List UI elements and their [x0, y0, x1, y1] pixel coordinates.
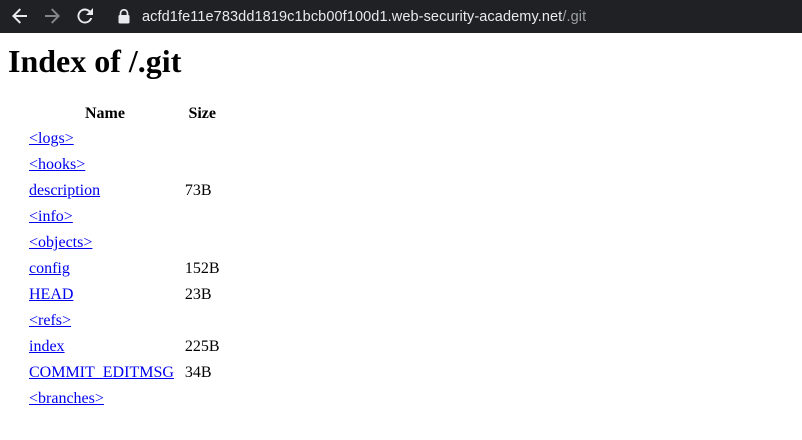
- table-row: index 225B: [28, 335, 221, 359]
- entry-link-head[interactable]: HEAD: [29, 286, 73, 303]
- table-row: <hooks>: [28, 153, 221, 177]
- entry-size: 34B: [184, 364, 212, 381]
- entry-link-logs[interactable]: <logs>: [29, 130, 74, 147]
- entry-link-hooks[interactable]: <hooks>: [29, 156, 85, 173]
- table-row: description 73B: [28, 179, 221, 203]
- entry-size: 23B: [184, 286, 212, 303]
- entry-size: [184, 231, 221, 255]
- entry-link-commit-editmsg[interactable]: COMMIT_EDITMSG: [29, 364, 174, 381]
- back-button[interactable]: [9, 5, 31, 27]
- table-row: <objects>: [28, 231, 221, 255]
- table-row: <branches>: [28, 387, 221, 411]
- column-header-name: Name: [84, 105, 125, 122]
- directory-listing: Name Size <logs> <hooks> description 73B…: [26, 101, 223, 413]
- column-header-size: Size: [188, 105, 216, 122]
- entry-link-branches[interactable]: <branches>: [29, 390, 104, 407]
- entry-size: 225B: [184, 338, 220, 355]
- table-row: <logs>: [28, 127, 221, 151]
- table-row: config 152B: [28, 257, 221, 281]
- entry-link-config[interactable]: config: [29, 260, 70, 277]
- entry-size: [184, 205, 221, 229]
- table-row: <refs>: [28, 309, 221, 333]
- forward-button[interactable]: [41, 5, 63, 27]
- entry-size: [184, 127, 221, 151]
- reload-button[interactable]: [74, 5, 96, 27]
- arrow-left-icon: [12, 8, 27, 24]
- entry-link-info[interactable]: <info>: [29, 208, 73, 225]
- entry-link-refs[interactable]: <refs>: [29, 312, 71, 329]
- reload-icon: [77, 8, 93, 24]
- table-row: COMMIT_EDITMSG 34B: [28, 361, 221, 385]
- entry-size: [184, 309, 221, 333]
- browser-toolbar: acfd1fe11e783dd1819c1bcb00f100d1.web-sec…: [0, 0, 802, 33]
- url-text: acfd1fe11e783dd1819c1bcb00f100d1.web-sec…: [142, 9, 586, 25]
- url-host: acfd1fe11e783dd1819c1bcb00f100d1.web-sec…: [142, 8, 563, 25]
- entry-link-objects[interactable]: <objects>: [29, 234, 92, 251]
- url-path: /.git: [562, 8, 587, 25]
- page-title: Index of /.git: [8, 43, 182, 79]
- entry-size: 152B: [184, 260, 220, 277]
- entry-size: 73B: [184, 182, 212, 199]
- entry-link-index[interactable]: index: [29, 338, 65, 355]
- table-row: HEAD 23B: [28, 283, 221, 307]
- lock-icon: [117, 9, 131, 25]
- arrow-right-icon: [45, 8, 60, 24]
- address-bar[interactable]: acfd1fe11e783dd1819c1bcb00f100d1.web-sec…: [108, 0, 802, 33]
- entry-size: [184, 153, 221, 177]
- header-row: Name Size: [28, 103, 221, 125]
- entry-size: [184, 387, 221, 411]
- entry-link-description[interactable]: description: [29, 182, 100, 199]
- page-content: Index of /.git Name Size <logs> <hooks> …: [0, 33, 802, 440]
- table-row: <info>: [28, 205, 221, 229]
